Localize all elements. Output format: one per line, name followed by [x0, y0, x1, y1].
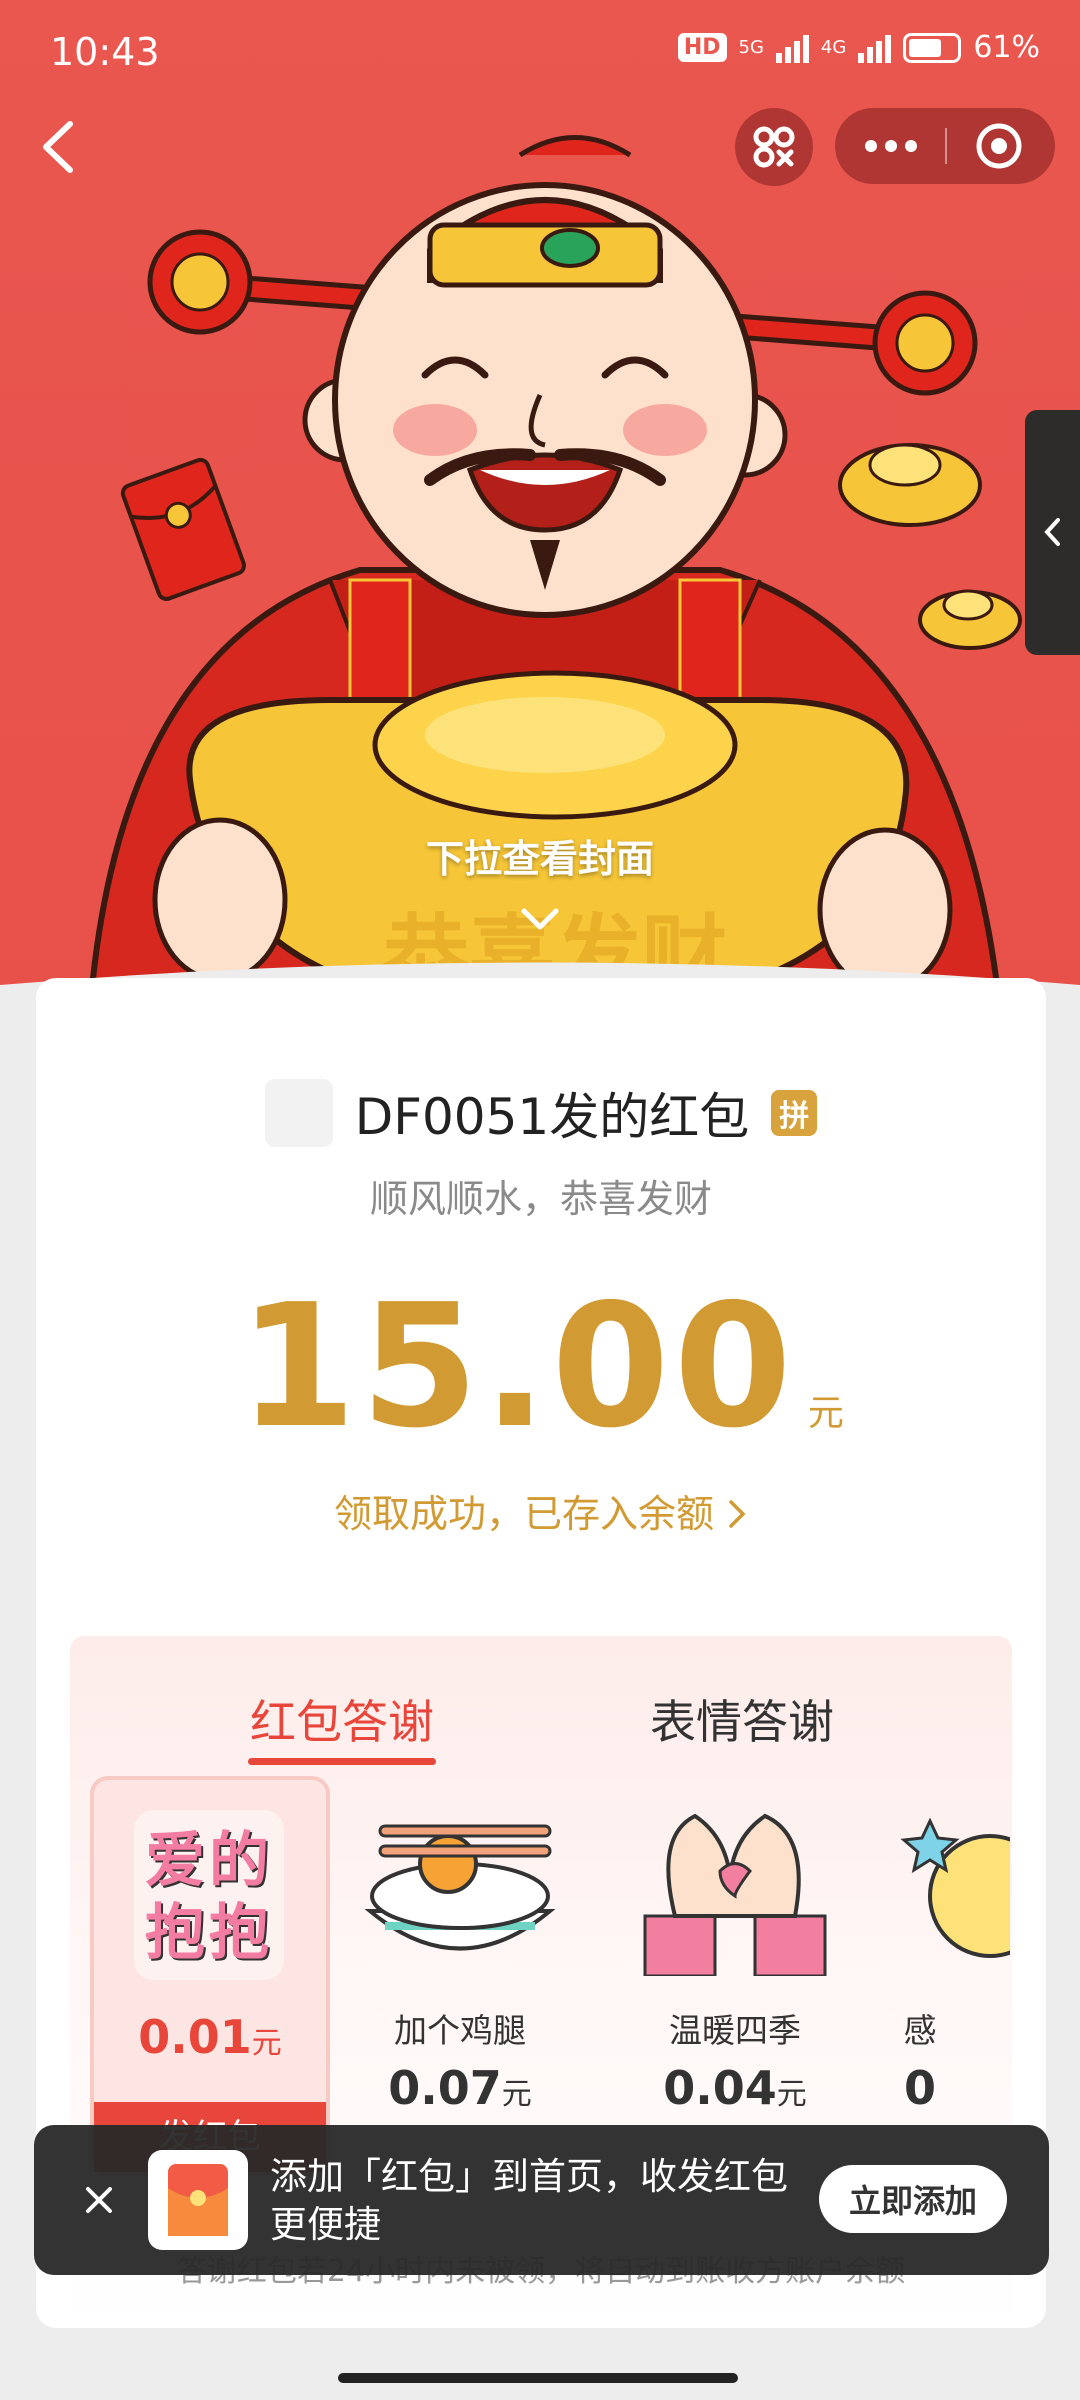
- status-bar: 10:43 HD 5G 4G 61%: [0, 0, 1080, 100]
- gift-item-warm-seasons[interactable]: 温暖四季 0.04元: [615, 1776, 855, 2176]
- amount-value: 15.00: [238, 1268, 796, 1466]
- sender-name: DF0051发的红包: [354, 1088, 750, 1146]
- more-dots-icon: [865, 140, 917, 152]
- signal-icon: [775, 33, 809, 63]
- chevron-left-small-icon: [1044, 518, 1060, 546]
- avatar[interactable]: [264, 1079, 333, 1147]
- more-button[interactable]: [835, 108, 945, 184]
- chevron-right-icon: [729, 1500, 746, 1528]
- gift-price-value: 0.07: [388, 2061, 502, 2115]
- toast-close-button[interactable]: [74, 2175, 124, 2225]
- battery-level: 61%: [973, 30, 1040, 65]
- gift-price-unit: 元: [776, 2077, 807, 2112]
- scan-icon: [753, 126, 795, 168]
- status-icons: HD 5G 4G 61%: [677, 30, 1040, 65]
- heart-hands-icon: [643, 1813, 827, 1976]
- sender-row: DF0051发的红包 拼: [36, 1073, 1046, 1153]
- signal-icon-2: [858, 33, 892, 63]
- toast-message: 添加「红包」到首页，收发红包更便捷: [270, 2155, 788, 2246]
- red-envelope-icon: [168, 2164, 228, 2236]
- scan-button[interactable]: [735, 108, 813, 186]
- tab-sticker-thanks[interactable]: 表情答谢: [650, 1686, 834, 1752]
- amount-unit: 元: [807, 1393, 844, 1434]
- add-now-button[interactable]: 立即添加: [819, 2165, 1007, 2233]
- red-packet-app-icon: [148, 2150, 248, 2250]
- gift-price-unit: 元: [251, 2026, 282, 2061]
- gift-label: 温暖四季: [669, 2011, 801, 2050]
- red-packet-cover[interactable]: 恭喜发财 10:43 HD 5G 4G 61% 下拉查看封面: [0, 0, 1080, 1010]
- blessing-text: 顺风顺水，恭喜发财: [369, 1177, 712, 1221]
- partial-sticker-icon: [900, 1817, 1010, 1958]
- mini-program-capsule: [835, 108, 1055, 184]
- gift-label: 感: [903, 2011, 937, 2050]
- amount-row: 15.00 元: [36, 1268, 1046, 1466]
- gift-price-unit: 元: [501, 2077, 532, 2112]
- status-time: 10:43: [50, 30, 160, 74]
- gift-item-chicken-leg[interactable]: 加个鸡腿 0.07元: [340, 1776, 580, 2176]
- received-text: 领取成功，已存入余额: [333, 1492, 714, 1536]
- chevron-down-icon: [521, 908, 559, 930]
- pull-to-view-cover-hint: 下拉查看封面: [425, 837, 654, 881]
- home-indicator[interactable]: [338, 2373, 738, 2383]
- network-5g-label: 5G: [738, 37, 764, 58]
- close-mini-program-button[interactable]: [947, 108, 1055, 184]
- network-4g-label: 4G: [820, 37, 847, 58]
- gift-price-value: 0.04: [663, 2061, 777, 2115]
- received-to-balance-link[interactable]: 领取成功，已存入余额: [36, 1483, 1046, 1538]
- tab-red-packet-thanks[interactable]: 红包答谢: [250, 1686, 434, 1752]
- gift-item-hug[interactable]: 爱的抱抱 0.01元 发红包: [90, 1776, 330, 2176]
- rice-bowl-chicken-leg-icon: [364, 1824, 556, 1951]
- hd-badge: HD: [677, 33, 727, 62]
- gift-price-value: 0: [903, 2061, 936, 2115]
- add-to-home-toast: 添加「红包」到首页，收发红包更便捷 立即添加: [34, 2125, 1049, 2275]
- chevron-left-icon: [43, 121, 73, 173]
- gift-price: 0.01元: [94, 2010, 326, 2064]
- side-drawer-handle[interactable]: [1025, 410, 1080, 655]
- hug-sticker-text: 爱的抱抱: [145, 1826, 273, 1968]
- gift-price-value: 0.01: [138, 2010, 252, 2064]
- gift-label: 加个鸡腿: [394, 2011, 526, 2050]
- back-button[interactable]: [30, 112, 90, 182]
- close-icon: [86, 2187, 112, 2213]
- gift-price: 0.07元: [340, 2061, 580, 2115]
- target-circle-icon: [976, 123, 1022, 169]
- gift-price: 0.04元: [615, 2061, 855, 2115]
- gift-item-partial[interactable]: 感 0: [890, 1776, 1010, 2176]
- group-pin-badge: 拼: [771, 1090, 818, 1136]
- battery-icon: [903, 32, 962, 63]
- active-tab-indicator: [248, 1758, 436, 1765]
